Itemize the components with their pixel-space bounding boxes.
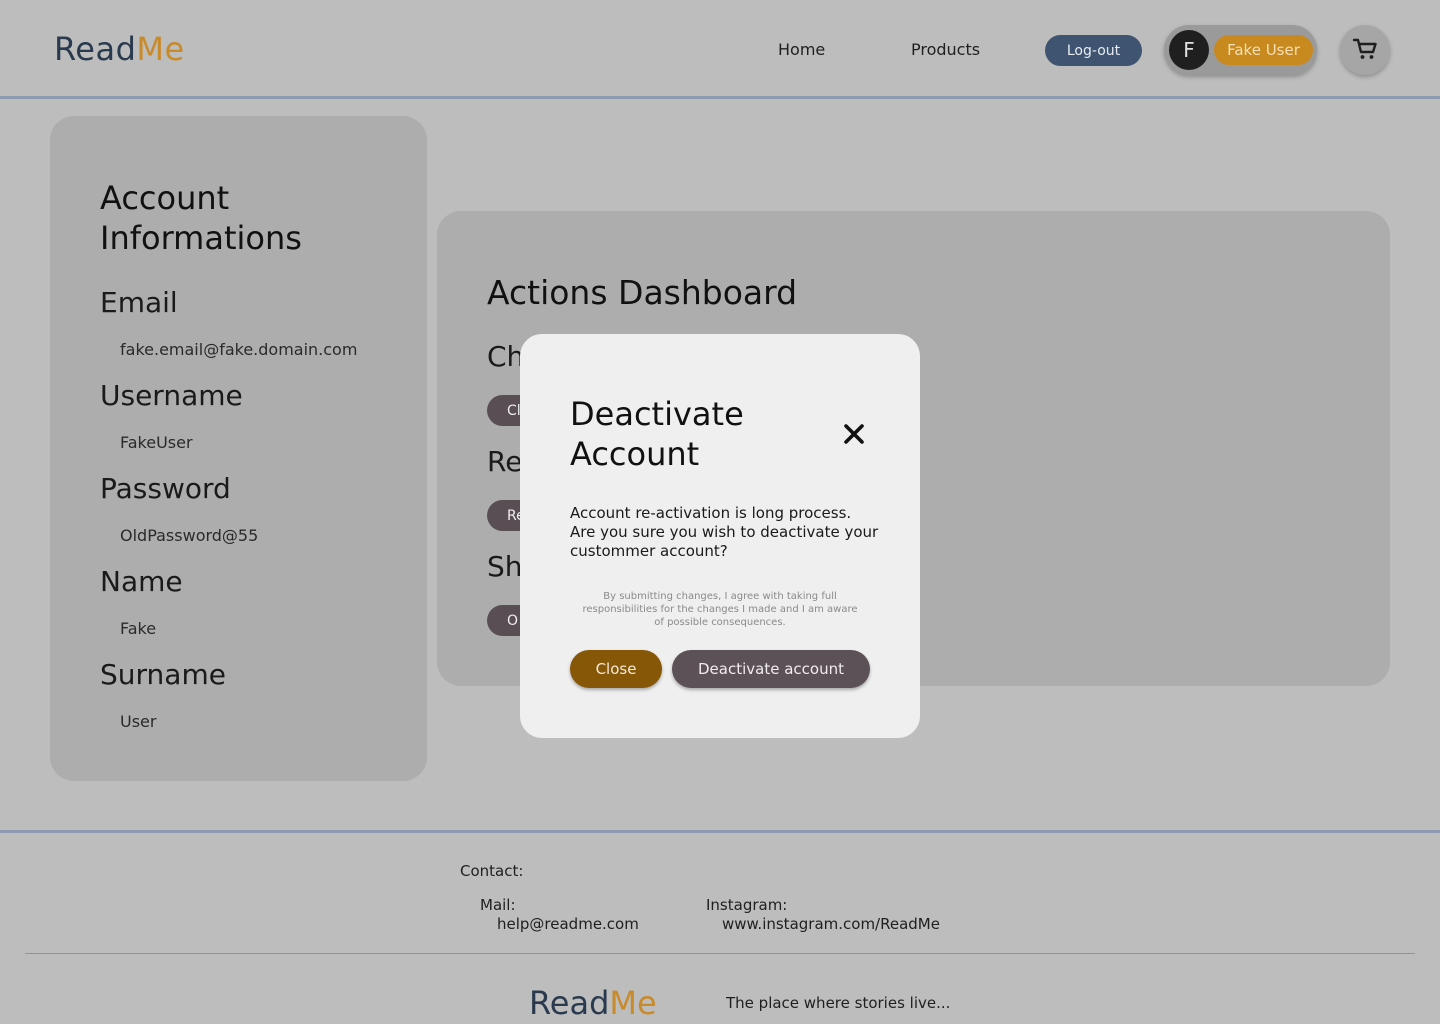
password-value: OldPassword@55 [120,526,259,545]
user-name: Fake User [1214,35,1313,65]
contact-label: Contact: [460,862,524,880]
name-value: Fake [120,619,157,638]
actions-dashboard-title: Actions Dashboard [487,273,798,312]
account-info-panel: Account Informations Email fake.email@fa… [50,116,427,781]
footer-top-divider [0,830,1440,833]
surname-label: Surname [100,658,226,691]
tagline: The place where stories live... [726,994,951,1012]
avatar: F [1169,30,1209,70]
logout-button[interactable]: Log-out [1045,35,1142,66]
header: ReadMe Home Products Log-out F Fake User [0,0,1440,99]
instagram-label: Instagram: [706,896,788,914]
cart-icon [1352,37,1378,64]
email-label: Email [100,286,178,319]
footer-divider [25,953,1415,954]
action-heading-2: Re [487,445,523,478]
action-heading-1: Ch [487,340,525,373]
nav-products[interactable]: Products [911,40,980,59]
name-label: Name [100,565,183,598]
instagram-link[interactable]: www.instagram.com/ReadMe [722,915,940,933]
modal-title: Deactivate Account [570,395,744,473]
footer-logo-me: Me [609,984,657,1022]
deactivate-account-button[interactable]: Deactivate account [672,650,870,688]
close-button[interactable]: Close [570,650,662,688]
cart-button[interactable] [1340,25,1390,75]
modal-disclaimer: By submitting changes, I agree with taki… [582,591,858,628]
user-chip[interactable]: F Fake User [1164,25,1317,75]
logo-read: Read [54,30,137,68]
mail-label: Mail: [480,896,516,914]
modal-message: Account re-activation is long process. A… [570,504,879,560]
nav-home[interactable]: Home [778,40,825,59]
footer-logo[interactable]: ReadMe [529,984,657,1022]
action-heading-3: Sh [487,550,523,583]
email-value: fake.email@fake.domain.com [120,340,358,359]
password-label: Password [100,472,231,505]
logo-me: Me [136,30,185,68]
mail-link[interactable]: help@readme.com [497,915,639,933]
close-icon[interactable] [840,420,868,448]
username-value: FakeUser [120,433,193,452]
surname-value: User [120,712,157,731]
account-info-title: Account Informations [100,179,302,257]
logo[interactable]: ReadMe [54,30,185,68]
deactivate-account-modal: Deactivate Account Account re-activation… [520,334,920,738]
footer-logo-read: Read [529,984,610,1022]
username-label: Username [100,379,243,412]
